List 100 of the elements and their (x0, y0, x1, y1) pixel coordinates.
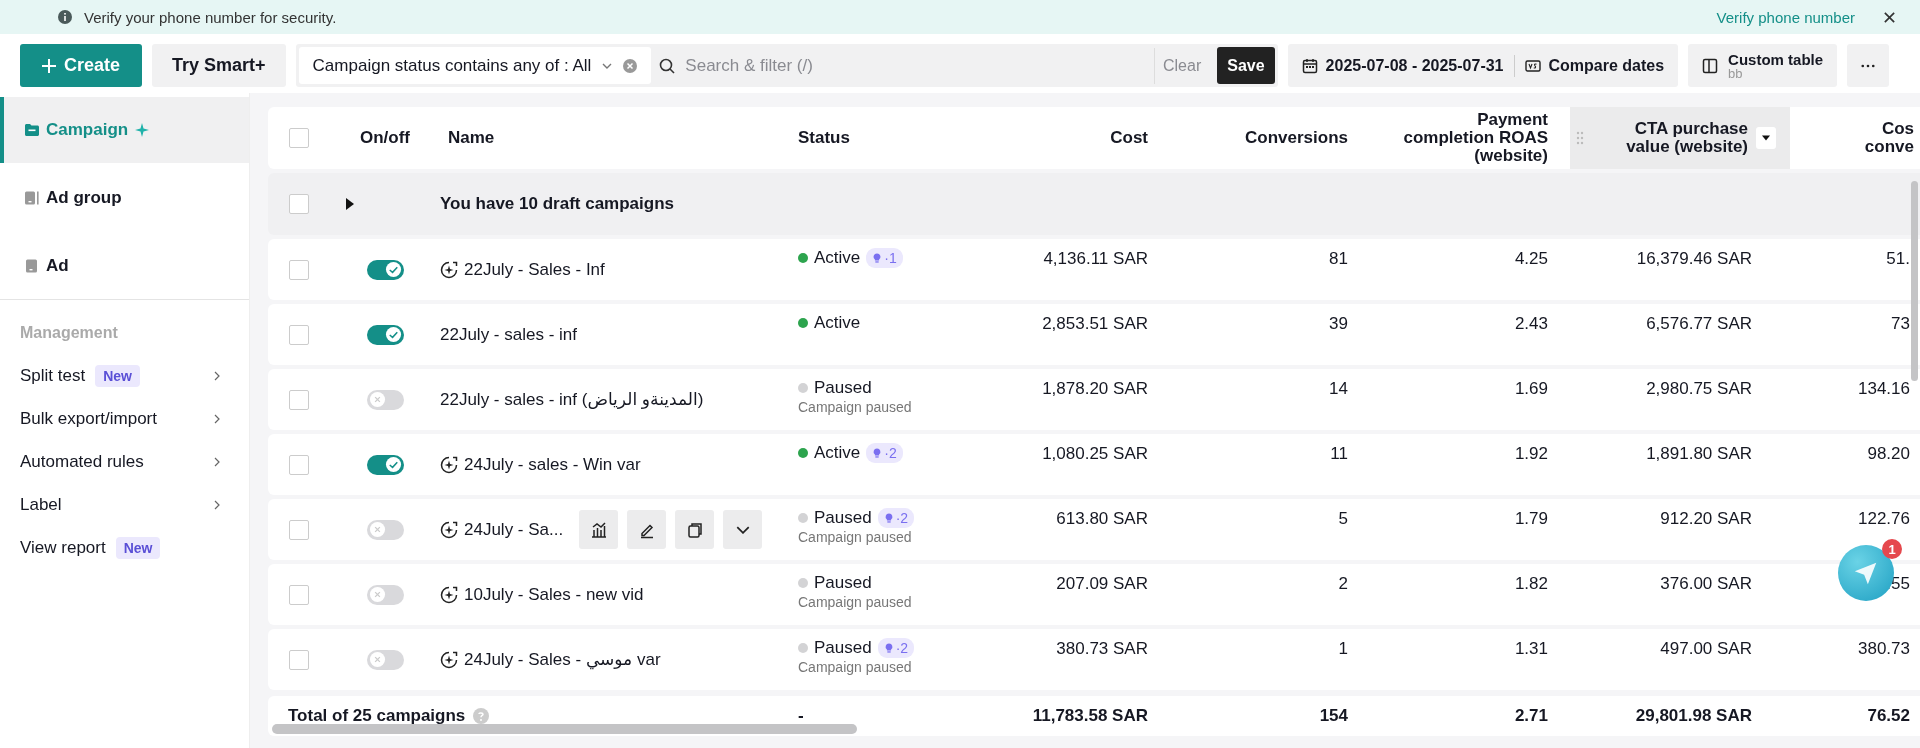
campaign-name[interactable]: 24July - sales - Win var (464, 454, 641, 475)
column-header[interactable]: Name (448, 128, 495, 148)
lightbulb-icon (872, 253, 883, 263)
level-tab[interactable]: Ad (0, 233, 249, 299)
scrollbar[interactable] (272, 724, 857, 734)
level-tab[interactable]: Ad group (0, 165, 249, 231)
campaign-name[interactable]: 24July - Sa... (464, 519, 564, 540)
table-cell: 497.00 SAR (1660, 639, 1752, 659)
status-note: Campaign paused (798, 594, 913, 610)
table-row[interactable]: 24July - sales - Win var Active ·2 1,080.25 SAR 11 1.92 1,891.80 SAR 98.20 (268, 434, 1920, 495)
custom-table-button[interactable]: Custom table bb (1688, 44, 1838, 87)
toggle-switch[interactable] (366, 649, 404, 670)
table-cell: 98.20 (1867, 444, 1910, 464)
campaign-name[interactable]: 10July - Sales - new vid (464, 584, 644, 605)
checkbox[interactable] (289, 454, 309, 475)
total-label: Total of 25 campaigns (288, 706, 466, 726)
column-header[interactable]: Cost (1110, 128, 1148, 148)
checkbox[interactable] (289, 128, 309, 148)
scrollbar[interactable] (1911, 181, 1918, 381)
status-note: Campaign paused (798, 659, 913, 675)
status-text: Active (814, 443, 861, 463)
toggle-switch[interactable] (366, 584, 404, 605)
save-button[interactable]: Save (1217, 47, 1275, 84)
table-cell: 1.31 (1514, 639, 1548, 659)
column-header[interactable]: Cos conve (1864, 120, 1914, 156)
table-cell: 207.09 SAR (1056, 574, 1148, 594)
menu-item[interactable]: Split test New (0, 354, 249, 397)
draft-campaigns-text: You have 10 draft campaigns (440, 194, 674, 214)
table-cell: 1 (1338, 639, 1348, 659)
more-actions-button[interactable] (723, 510, 763, 549)
toggle-switch[interactable] (366, 519, 404, 540)
filter-search-field[interactable]: Campaign status contains any of : All Search & filter (/) Clear Save (295, 44, 1278, 87)
smart-button[interactable]: Try Smart+ (152, 44, 286, 87)
checkbox[interactable] (289, 649, 309, 670)
folder-icon (24, 122, 40, 138)
toggle-switch[interactable] (366, 454, 404, 475)
bar-chart-icon (589, 520, 608, 539)
lightbulb-icon (872, 448, 883, 458)
table-row[interactable]: 22July - Sales - Inf Active ·1 4,136.11 SAR 81 4.25 16,379.46 SAR 51. (268, 239, 1920, 300)
filter-chip[interactable]: Campaign status contains any of : All (298, 47, 652, 84)
table-cell: 4,136.11 SAR (1043, 249, 1148, 269)
clear-icon[interactable] (623, 58, 638, 73)
campaign-name[interactable]: 22July - Sales - Inf (464, 259, 605, 280)
menu-item[interactable]: Bulk export/import (0, 397, 249, 440)
cross-knob-icon (368, 586, 386, 603)
table-cell: 2.43 (1514, 314, 1548, 334)
table-cell: 1.82 (1514, 574, 1548, 594)
lightbulb-icon (883, 643, 894, 653)
menu-item[interactable]: View report New (0, 526, 249, 569)
table-cell: 16,379.46 SAR (1636, 249, 1752, 269)
toggle-switch[interactable] (366, 259, 404, 280)
table-cell: 912.20 SAR (1660, 509, 1752, 529)
column-header[interactable]: Payment completion ROAS (website) (1388, 111, 1548, 165)
toggle-switch[interactable] (366, 324, 404, 345)
column-header[interactable]: On/off (359, 128, 410, 148)
table-cell: 73 (1891, 314, 1910, 334)
column-header[interactable]: Status (798, 128, 850, 148)
checkbox[interactable] (289, 194, 309, 214)
create-button[interactable]: Create (20, 44, 143, 87)
checkbox[interactable] (289, 259, 309, 280)
checkbox[interactable] (289, 584, 309, 605)
chart-button[interactable] (579, 510, 619, 549)
toggle-switch[interactable] (366, 389, 404, 410)
table-cell: 29,801.98 SAR (1635, 706, 1752, 726)
expand-icon[interactable] (346, 198, 354, 210)
info-icon (58, 10, 72, 24)
edit-button[interactable] (627, 510, 667, 549)
ad-group-icon (24, 190, 40, 206)
checkbox[interactable] (289, 389, 309, 410)
verify-link[interactable]: Verify phone number (1716, 8, 1855, 26)
help-icon[interactable] (473, 708, 490, 724)
campaign-name[interactable]: 22July - sales - inf (المدينةو الرياض) (440, 389, 704, 410)
checkbox[interactable] (289, 519, 309, 540)
more-button[interactable] (1847, 44, 1890, 87)
close-icon[interactable] (1883, 10, 1896, 24)
menu-item[interactable]: Label (0, 483, 249, 526)
menu-item[interactable]: Automated rules (0, 440, 249, 483)
table-cell: 1.92 (1514, 444, 1548, 464)
status-text: Paused (814, 378, 872, 398)
duplicate-button[interactable] (675, 510, 715, 549)
compare-dates-button[interactable]: Compare dates (1514, 45, 1675, 86)
date-range-button[interactable]: 2025-07-08 - 2025-07-31 (1291, 45, 1514, 86)
table-cell: 2 (1338, 574, 1348, 594)
table-cell: 380.73 (1858, 639, 1910, 659)
table-cell: 11,783.58 SAR (1032, 706, 1148, 726)
campaign-name[interactable]: 24July - Sales - موسي var (464, 649, 661, 670)
table-cell: 376.00 SAR (1660, 574, 1752, 594)
drag-handle-icon[interactable] (1576, 131, 1584, 145)
status-text: Active (814, 313, 861, 333)
campaign-name[interactable]: 22July - sales - inf (440, 324, 577, 345)
column-header[interactable]: Conversions (1245, 128, 1348, 148)
checkbox[interactable] (289, 324, 309, 345)
new-badge: New (115, 536, 161, 559)
draft-row[interactable]: You have 10 draft campaigns (268, 173, 1920, 235)
table-row[interactable]: 22July - sales - inf Active 2,853.51 SAR 39 2.43 6,576.77 SAR 73 (268, 304, 1920, 365)
compare-icon (1524, 57, 1541, 74)
status-text: Active (814, 248, 861, 268)
calendar-icon (1301, 57, 1318, 74)
table-cell: 76.52 (1867, 706, 1910, 726)
column-menu-button[interactable] (1756, 127, 1776, 149)
